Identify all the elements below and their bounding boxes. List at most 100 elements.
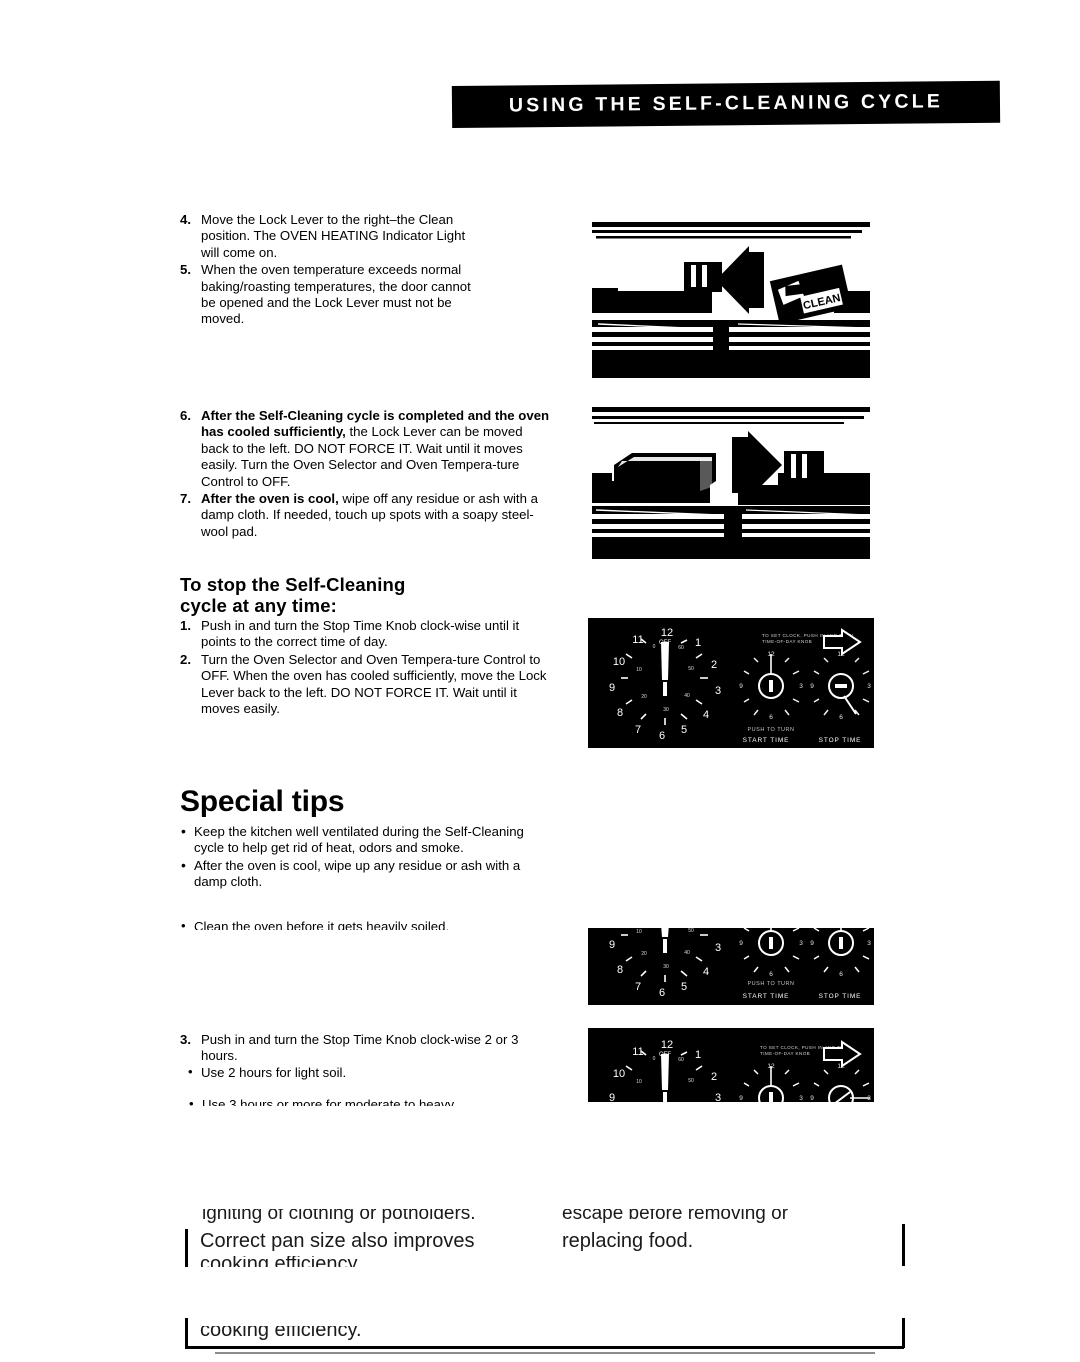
ghost-line: igniting of clothing or potholders.	[202, 1209, 476, 1224]
svg-text:3: 3	[715, 1092, 721, 1102]
svg-text:3: 3	[867, 940, 871, 947]
svg-text:6: 6	[659, 987, 665, 999]
list-item-step-5: 5. When the oven temperature exceeds nor…	[180, 262, 552, 328]
list-item-stop-step-1: 1. Push in and turn the Stop Time Knob c…	[180, 618, 552, 651]
svg-text:3: 3	[715, 942, 721, 954]
illustration-control-panel-upper: 12 1 2 3 9 10 11 0 60 50 10 OFF	[588, 1028, 874, 1102]
svg-text:9: 9	[739, 1095, 743, 1102]
step-text: When the oven temperature exceeds normal…	[201, 262, 471, 327]
illustration-control-panel-lower: 3 4 5 6 7 8 9 50 40 30 20 10 3 6 9 3 6 9…	[588, 928, 874, 1005]
tip-text: After the oven is cool, wipe up any resi…	[194, 857, 521, 890]
svg-text:9: 9	[609, 939, 615, 951]
clipped-substep-row: • Use 3 hours or more for moderate to he…	[188, 1097, 568, 1106]
list-item-tip: • After the oven is cool, wipe up any re…	[180, 856, 552, 891]
banner-title: USING THE SELF-CLEANING CYCLE	[508, 90, 944, 117]
illustration-lever-left	[588, 403, 874, 561]
step-number: 3.	[180, 1032, 191, 1047]
svg-text:1: 1	[695, 1049, 701, 1061]
svg-text:9: 9	[739, 940, 743, 947]
svg-text:TIME-OF-DAY KNOB: TIME-OF-DAY KNOB	[760, 1051, 810, 1056]
document-page: USING THE SELF-CLEANING CYCLE 4. Move th…	[0, 0, 1080, 1362]
svg-text:3: 3	[799, 940, 803, 947]
svg-text:50: 50	[688, 1078, 694, 1084]
svg-text:4: 4	[703, 709, 709, 721]
ghost-bottom-fragment: cooking efficiency.	[200, 1326, 540, 1342]
svg-text:0: 0	[653, 644, 656, 650]
ghost-line: cooking efficiency.	[200, 1326, 362, 1341]
svg-text:9: 9	[739, 683, 743, 690]
svg-text:9: 9	[609, 682, 615, 694]
svg-text:TIME-OF-DAY KNOB: TIME-OF-DAY KNOB	[762, 639, 812, 644]
step-number: 6.	[180, 408, 191, 423]
svg-text:30: 30	[663, 964, 669, 970]
svg-text:10: 10	[613, 656, 625, 668]
svg-text:8: 8	[617, 964, 623, 976]
list-item-step-3: 3. Push in and turn the Stop Time Knob c…	[180, 1032, 552, 1065]
step-text: Turn the Oven Selector and Oven Tempera-…	[201, 651, 547, 717]
ghost-text-right-clipped: escape before removing or	[562, 1209, 892, 1228]
steps-6-7-block: 6. After the Self-Cleaning cycle is comp…	[180, 408, 552, 540]
substep-text: Use 3 hours or more for moderate to heav…	[202, 1097, 455, 1106]
step-number: 4.	[180, 212, 191, 227]
list-item-tip: • Clean the oven before it gets heavily …	[180, 919, 560, 930]
svg-text:6: 6	[839, 971, 843, 978]
special-tips-heading: Special tips	[180, 785, 345, 818]
svg-text:12: 12	[661, 627, 673, 639]
ghost-line: cooking efficiency.	[200, 1256, 362, 1267]
svg-text:10: 10	[636, 1079, 642, 1085]
step-number: 1.	[180, 618, 191, 633]
illustration-lever-right: CLEAN	[588, 216, 874, 382]
bullet-icon: •	[181, 856, 186, 873]
step-text: After the Self-Cleaning cycle is complet…	[201, 408, 549, 489]
svg-text:STOP TIME: STOP TIME	[819, 737, 862, 744]
steps-4-5-block: 4. Move the Lock Lever to the right–the …	[180, 212, 552, 328]
svg-text:30: 30	[663, 707, 669, 713]
svg-text:5: 5	[681, 724, 687, 736]
svg-text:PUSH TO TURN: PUSH TO TURN	[748, 727, 795, 733]
svg-text:3: 3	[867, 683, 871, 690]
list-item-step-4: 4. Move the Lock Lever to the right–the …	[180, 212, 552, 261]
step-number: 5.	[180, 262, 191, 278]
svg-text:20: 20	[641, 694, 647, 700]
svg-text:12: 12	[661, 1039, 673, 1051]
svg-text:9: 9	[609, 1092, 615, 1102]
step-text: Push in and turn the Stop Time Knob cloc…	[201, 618, 520, 650]
page-bottom-rule-shadow	[215, 1352, 875, 1354]
stop-cycle-heading-line1: To stop the Self-Cleaning	[180, 574, 406, 595]
svg-text:6: 6	[769, 971, 773, 978]
ghost-line: replacing food.	[562, 1230, 694, 1252]
svg-text:7: 7	[635, 724, 641, 736]
special-tips-section: Special tips • Keep the kitchen well ven…	[180, 785, 552, 891]
clipped-tip-row: • Clean the oven before it gets heavily …	[180, 919, 560, 930]
page-bottom-right-rule	[902, 1318, 905, 1348]
svg-text:50: 50	[688, 928, 694, 934]
step-text: Move the Lock Lever to the right–the Cle…	[201, 212, 466, 260]
page-bottom-left-rule	[185, 1318, 188, 1348]
list-item-step-6: 6. After the Self-Cleaning cycle is comp…	[180, 408, 552, 490]
svg-text:5: 5	[681, 981, 687, 993]
list-item-tip: • Keep the kitchen well ventilated durin…	[180, 823, 552, 857]
ghost-line: Correct pan size also improves	[200, 1230, 475, 1252]
list-item-step-7: 7. After the oven is cool, wipe off any …	[180, 491, 552, 540]
ghost-text-left-clipped: igniting of clothing or potholders.	[202, 1209, 552, 1228]
stop-cycle-heading: To stop the Self-Cleaning cycle at any t…	[180, 574, 552, 616]
svg-text:4: 4	[703, 966, 709, 978]
svg-text:6: 6	[659, 730, 665, 742]
page-bottom-rule	[185, 1346, 904, 1349]
svg-text:3: 3	[799, 683, 803, 690]
svg-text:START TIME: START TIME	[743, 737, 790, 744]
step-text: Push in and turn the Stop Time Knob cloc…	[201, 1032, 519, 1064]
svg-text:3: 3	[799, 1095, 803, 1102]
bullet-icon: •	[188, 1063, 193, 1079]
svg-text:1: 1	[695, 637, 701, 649]
bullet-icon: •	[181, 823, 186, 839]
step-bold-lead: After the oven is cool,	[201, 491, 339, 507]
ghost-text-left-clipped-bottom: cooking efficiency.	[200, 1256, 540, 1267]
bullet-icon: •	[181, 919, 186, 930]
ghost-line: escape before removing or	[562, 1209, 789, 1224]
svg-text:2: 2	[711, 659, 717, 671]
svg-text:10: 10	[613, 1068, 625, 1080]
svg-text:40: 40	[684, 693, 690, 699]
svg-text:60: 60	[678, 1057, 684, 1063]
svg-text:9: 9	[810, 940, 814, 947]
